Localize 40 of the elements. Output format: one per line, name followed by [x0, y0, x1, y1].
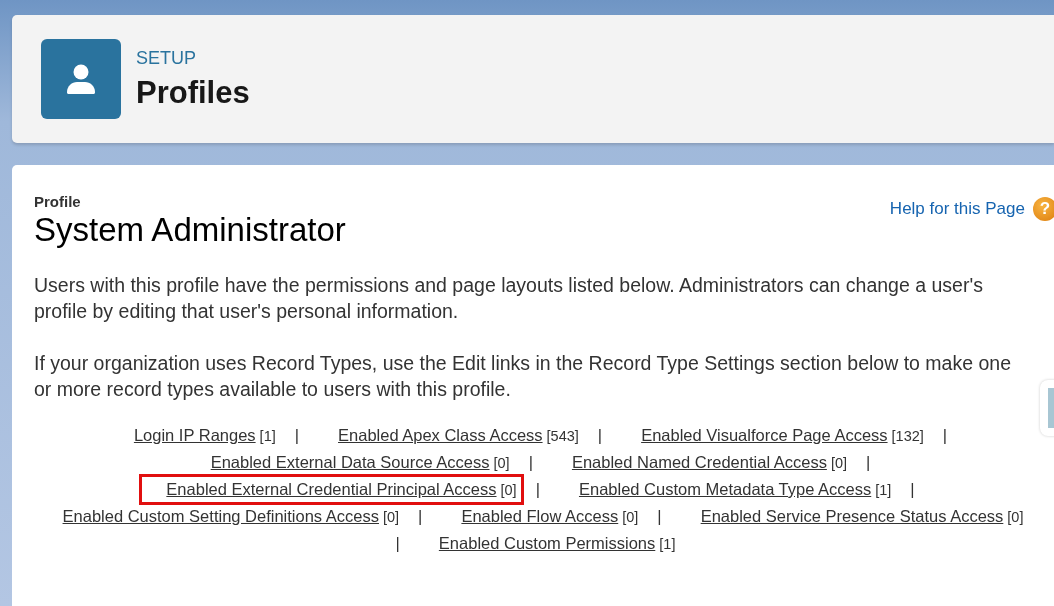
page-title: Profiles: [136, 74, 250, 111]
item-count: [0]: [622, 509, 639, 525]
separator: |: [418, 507, 423, 526]
item-count: [543]: [546, 428, 579, 444]
item-count: [1]: [259, 428, 276, 444]
separator: |: [657, 507, 662, 526]
profile-label: Profile: [34, 193, 82, 210]
item-count: [0]: [500, 482, 517, 498]
description-text: Users with this profile have the permissions and page layouts listed below. Administrators can change a user's profile by editing that user's personal information.: [34, 273, 984, 324]
related-list-link[interactable]: Enabled Custom Permissions: [438, 534, 656, 553]
description-text: If your organization uses Record Types, use the Edit links in the Record Type Settings section below to make one or more record types available to users with this profile.: [34, 351, 1012, 402]
item-count: [0]: [382, 509, 400, 525]
related-list-link[interactable]: Enabled External Data Source Access: [210, 453, 490, 472]
separator: |: [866, 453, 871, 472]
related-list-link[interactable]: Enabled Named Credential Access: [571, 453, 827, 472]
related-list-link[interactable]: Login IP Ranges: [133, 426, 256, 445]
profile-name: System Administrator: [34, 211, 346, 249]
item-count: [132]: [891, 428, 924, 444]
item-count: [1]: [875, 482, 892, 498]
related-list-link[interactable]: Enabled Flow Access: [461, 507, 619, 526]
related-list-link[interactable]: Enabled Apex Class Access: [338, 426, 543, 445]
separator: |: [942, 426, 948, 445]
separator: |: [395, 534, 400, 553]
separator: |: [294, 426, 300, 445]
separator: |: [597, 426, 603, 445]
related-list-link[interactable]: Enabled Visualforce Page Access: [641, 426, 888, 445]
item-count: [1]: [659, 536, 676, 552]
related-list-link[interactable]: Enabled Custom Metadata Type Access: [578, 480, 872, 499]
separator: |: [910, 480, 915, 499]
related-list-link[interactable]: Enabled Service Presence Status Access: [700, 507, 1004, 526]
item-count: [0]: [830, 455, 848, 471]
breadcrumb: SETUP: [136, 47, 197, 69]
profile-icon: [41, 39, 121, 119]
help-link[interactable]: Help for this Page: [889, 199, 1025, 219]
related-list-link[interactable]: Enabled External Credential Principal Access: [166, 480, 497, 499]
related-list-link[interactable]: Enabled Custom Setting Definitions Access: [62, 507, 379, 526]
separator: |: [528, 453, 533, 472]
separator: |: [535, 480, 540, 499]
item-count: [0]: [493, 455, 510, 471]
item-count: [0]: [1007, 509, 1024, 525]
